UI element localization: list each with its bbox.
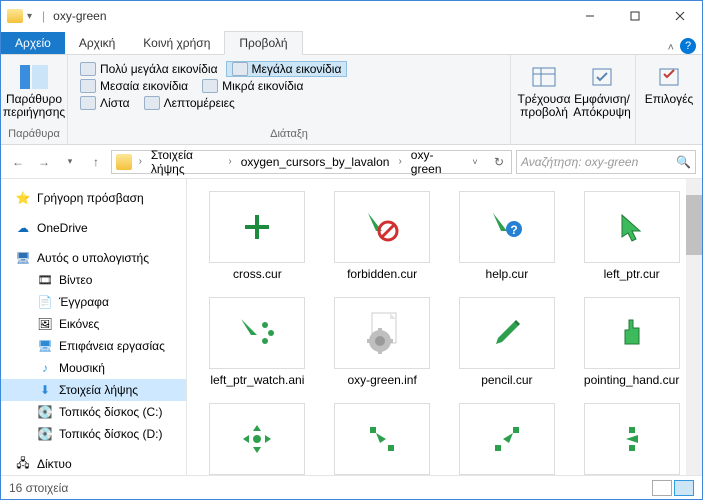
file-item[interactable]: ? help.cur xyxy=(449,191,566,281)
scrollbar[interactable] xyxy=(686,179,702,475)
layout-medium-icons[interactable]: Μεσαία εικονίδια xyxy=(74,78,194,94)
tree-documents[interactable]: 📄Έγγραφα xyxy=(1,291,186,313)
help-button[interactable]: ? xyxy=(680,38,696,54)
show-hide-label: Εμφάνιση/ Απόκρυψη xyxy=(573,93,631,119)
tab-share[interactable]: Κοινή χρήση xyxy=(129,32,224,54)
pc-icon: 🖥 xyxy=(15,250,31,266)
pictures-icon: 🖼 xyxy=(37,316,53,332)
file-label: help.cur xyxy=(486,267,529,281)
current-view-label: Τρέχουσα προβολή xyxy=(517,93,570,119)
collapse-ribbon-icon[interactable]: ˄ xyxy=(668,42,674,54)
layout-list[interactable]: Λίστα xyxy=(74,95,136,111)
chevron-right-icon[interactable]: › xyxy=(395,156,404,167)
svg-text:?: ? xyxy=(510,223,517,237)
tree-network[interactable]: 🖧Δίκτυο xyxy=(1,453,186,475)
tree-this-pc[interactable]: 🖥Αυτός ο υπολογιστής xyxy=(1,247,186,269)
tree-downloads[interactable]: ⬇Στοιχεία λήψης xyxy=(1,379,186,401)
file-item[interactable]: pointing_hand.cur xyxy=(573,297,690,387)
breadcrumb-current[interactable]: oxy-green xyxy=(405,151,463,173)
tree-drive-c[interactable]: 💽Τοπικός δίσκος (C:) xyxy=(1,401,186,423)
show-hide-button[interactable]: Εμφάνιση/ Απόκρυψη xyxy=(575,61,629,121)
search-icon: 🔍 xyxy=(676,155,691,169)
ribbon-group-layout: Διάταξη xyxy=(74,128,504,142)
layout-details[interactable]: Λεπτομέρειες xyxy=(138,95,241,111)
file-item[interactable] xyxy=(324,403,441,475)
file-item[interactable]: left_ptr.cur xyxy=(573,191,690,281)
tab-file[interactable]: Αρχείο xyxy=(1,32,65,54)
file-item[interactable]: cross.cur xyxy=(199,191,316,281)
file-label: oxy-green.inf xyxy=(347,373,416,387)
video-icon: 🎞 xyxy=(37,272,53,288)
file-item[interactable] xyxy=(449,403,566,475)
documents-icon: 📄 xyxy=(37,294,53,310)
file-label: left_ptr_watch.ani xyxy=(210,373,304,387)
file-label: left_ptr.cur xyxy=(604,267,660,281)
tree-quick-access[interactable]: ⭐Γρήγορη πρόσβαση xyxy=(1,187,186,209)
tree-desktop[interactable]: 🖥Επιφάνεια εργασίας xyxy=(1,335,186,357)
file-label: forbidden.cur xyxy=(347,267,417,281)
drive-icon: 💽 xyxy=(37,404,53,420)
file-item[interactable] xyxy=(199,403,316,475)
file-item[interactable] xyxy=(573,403,690,475)
minimize-button[interactable] xyxy=(567,1,612,31)
layout-large-icons[interactable]: Μεγάλα εικονίδια xyxy=(226,61,348,77)
ribbon-group-panes: Παράθυρα xyxy=(7,128,61,142)
maximize-button[interactable] xyxy=(612,1,657,31)
navigation-pane-button[interactable]: Παράθυρο περιήγησης xyxy=(7,61,61,121)
file-label: pointing_hand.cur xyxy=(584,373,679,387)
drive-icon: 💽 xyxy=(37,426,53,442)
icons-view-button[interactable] xyxy=(674,480,694,496)
status-item-count: 16 στοιχεία xyxy=(9,481,68,495)
tree-videos[interactable]: 🎞Βίντεο xyxy=(1,269,186,291)
file-label: pencil.cur xyxy=(481,373,532,387)
current-view-button[interactable]: Τρέχουσα προβολή xyxy=(517,61,571,121)
file-list-area[interactable]: cross.cur forbidden.cur ? help.cur left_… xyxy=(187,179,702,475)
back-button[interactable]: ← xyxy=(7,151,29,173)
window-title: oxy-green xyxy=(53,9,106,23)
forward-button[interactable]: → xyxy=(33,151,55,173)
breadcrumb-parent[interactable]: oxygen_cursors_by_lavalon xyxy=(235,151,396,173)
qat-dropdown-icon[interactable]: ▾ xyxy=(27,11,32,22)
music-icon: ♪ xyxy=(37,360,53,376)
file-item[interactable]: left_ptr_watch.ani xyxy=(199,297,316,387)
file-label: cross.cur xyxy=(233,267,282,281)
chevron-right-icon[interactable]: › xyxy=(225,156,234,167)
address-bar[interactable]: › Στοιχεία λήψης › oxygen_cursors_by_lav… xyxy=(111,150,512,174)
desktop-icon: 🖥 xyxy=(37,338,53,354)
file-item[interactable]: forbidden.cur xyxy=(324,191,441,281)
options-label: Επιλογές xyxy=(645,93,694,106)
options-button[interactable]: Επιλογές xyxy=(642,61,696,108)
file-item[interactable]: oxy-green.inf xyxy=(324,297,441,387)
address-folder-icon xyxy=(116,154,132,170)
cloud-icon: ☁ xyxy=(15,220,31,236)
tab-view[interactable]: Προβολή xyxy=(224,31,302,55)
tab-home[interactable]: Αρχική xyxy=(65,32,129,54)
tree-drive-d[interactable]: 💽Τοπικός δίσκος (D:) xyxy=(1,423,186,445)
close-button[interactable] xyxy=(657,1,702,31)
recent-locations-button[interactable]: ▾ xyxy=(59,151,81,173)
details-view-button[interactable] xyxy=(652,480,672,496)
search-input[interactable]: Αναζήτηση: oxy-green 🔍 xyxy=(516,150,696,174)
tree-music[interactable]: ♪Μουσική xyxy=(1,357,186,379)
breadcrumb-downloads[interactable]: Στοιχεία λήψης xyxy=(145,151,225,173)
star-icon: ⭐ xyxy=(15,190,31,206)
chevron-right-icon[interactable]: › xyxy=(136,156,145,167)
layout-extra-large-icons[interactable]: Πολύ μεγάλα εικονίδια xyxy=(74,61,224,77)
search-placeholder: Αναζήτηση: oxy-green xyxy=(521,155,676,169)
title-separator: | xyxy=(42,9,45,23)
app-folder-icon xyxy=(7,9,23,23)
network-icon: 🖧 xyxy=(15,456,31,472)
layout-small-icons[interactable]: Μικρά εικονίδια xyxy=(196,78,309,94)
navigation-pane-label: Παράθυρο περιήγησης xyxy=(3,93,65,119)
file-item[interactable]: pencil.cur xyxy=(449,297,566,387)
tree-pictures[interactable]: 🖼Εικόνες xyxy=(1,313,186,335)
navigation-tree[interactable]: ⭐Γρήγορη πρόσβαση ☁OneDrive 🖥Αυτός ο υπο… xyxy=(1,179,187,475)
downloads-icon: ⬇ xyxy=(37,382,53,398)
refresh-button[interactable]: ↻ xyxy=(487,151,511,173)
up-button[interactable]: ↑ xyxy=(85,151,107,173)
address-dropdown-button[interactable]: ˅ xyxy=(463,151,487,173)
tree-onedrive[interactable]: ☁OneDrive xyxy=(1,217,186,239)
